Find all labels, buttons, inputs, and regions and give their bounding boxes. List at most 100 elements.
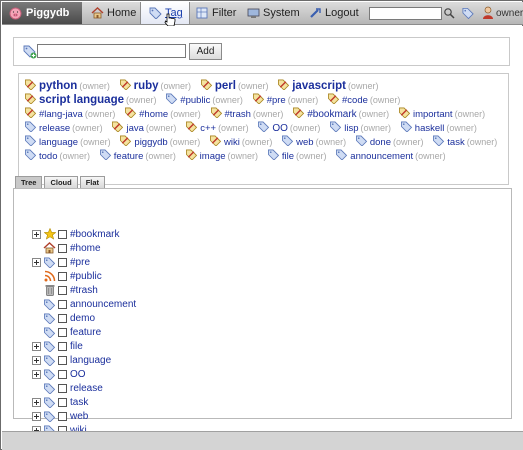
cloud-tag[interactable]: announcement (owner): [335, 149, 446, 163]
tree-tag-name[interactable]: #home: [70, 243, 101, 254]
cloud-tag-name[interactable]: lisp: [344, 123, 358, 134]
cloud-tag-name[interactable]: file: [282, 151, 294, 162]
tree-row[interactable]: demo: [32, 311, 95, 325]
cloud-tag[interactable]: image (owner): [185, 149, 258, 163]
tree-checkbox[interactable]: [58, 271, 67, 281]
cloud-tag[interactable]: web (owner): [281, 135, 346, 149]
cloud-tag[interactable]: #bookmark (owner): [292, 107, 389, 121]
tree-tag-name[interactable]: release: [70, 383, 103, 394]
cloud-tag-name[interactable]: #bookmark: [307, 109, 356, 120]
cloud-tag-name[interactable]: haskell: [415, 123, 445, 134]
cloud-tag[interactable]: language (owner): [24, 135, 111, 149]
cloud-tag-name[interactable]: done: [370, 137, 391, 148]
header-search-input[interactable]: [369, 7, 442, 20]
nav-home[interactable]: Home: [90, 2, 140, 24]
cloud-tag[interactable]: #pre (owner): [252, 93, 318, 107]
cloud-tag-name[interactable]: language: [39, 137, 78, 148]
tree-tag-name[interactable]: demo: [70, 313, 95, 324]
nav-filter[interactable]: Filter: [195, 2, 247, 24]
cloud-tag-name[interactable]: web: [296, 137, 313, 148]
cloud-tag[interactable]: task (owner): [432, 135, 497, 149]
tree-checkbox[interactable]: [58, 369, 67, 379]
expand-plus-icon[interactable]: [32, 355, 41, 365]
expand-plus-icon[interactable]: [32, 369, 41, 379]
tree-checkbox[interactable]: [58, 355, 67, 365]
cloud-tag-name[interactable]: java: [126, 123, 143, 134]
cloud-tag-name[interactable]: feature: [114, 151, 144, 162]
cloud-tag-name[interactable]: #public: [180, 95, 210, 106]
cloud-tag[interactable]: #trash (owner): [210, 107, 283, 121]
cloud-tag[interactable]: piggydb (owner): [119, 135, 200, 149]
cloud-tag[interactable]: script language (owner): [24, 93, 157, 107]
cloud-tag[interactable]: ruby (owner): [119, 79, 191, 93]
cloud-tag[interactable]: python (owner): [24, 79, 110, 93]
tree-row[interactable]: release: [32, 381, 103, 395]
cloud-tag[interactable]: wiki (owner): [209, 135, 272, 149]
cloud-tag[interactable]: #lang-java (owner): [24, 107, 115, 121]
cloud-tag-name[interactable]: #code: [342, 95, 368, 106]
expand-plus-icon[interactable]: [32, 397, 41, 407]
cloud-tag[interactable]: c++ (owner): [185, 121, 249, 135]
expand-plus-icon[interactable]: [32, 341, 41, 351]
tree-tag-name[interactable]: announcement: [70, 299, 136, 310]
tree-row[interactable]: #public: [32, 269, 102, 283]
cloud-tag[interactable]: feature (owner): [99, 149, 176, 163]
tree-checkbox[interactable]: [58, 229, 67, 239]
add-button[interactable]: Add: [189, 43, 222, 60]
tag-search-icon[interactable]: [462, 7, 474, 20]
cloud-tag-name[interactable]: announcement: [350, 151, 413, 162]
cloud-tag-name[interactable]: javascript: [292, 80, 346, 92]
cloud-tag[interactable]: release (owner): [24, 121, 103, 135]
tree-row[interactable]: feature: [32, 325, 101, 339]
cloud-tag[interactable]: perl (owner): [200, 79, 268, 93]
cloud-tag-name[interactable]: #home: [139, 109, 168, 120]
cloud-tag[interactable]: file (owner): [267, 149, 327, 163]
tree-tag-name[interactable]: #public: [70, 271, 102, 282]
tree-checkbox[interactable]: [58, 285, 67, 295]
tree-checkbox[interactable]: [58, 327, 67, 337]
cloud-tag[interactable]: #code (owner): [327, 93, 400, 107]
tree-tag-name[interactable]: feature: [70, 327, 101, 338]
cloud-tag[interactable]: #home (owner): [124, 107, 201, 121]
cloud-tag[interactable]: #public (owner): [165, 93, 243, 107]
tree-checkbox[interactable]: [58, 299, 67, 309]
cloud-tag[interactable]: todo (owner): [24, 149, 90, 163]
tree-row[interactable]: web: [32, 409, 88, 423]
cloud-tag-name[interactable]: release: [39, 123, 70, 134]
app-logo[interactable]: Piggydb: [2, 2, 82, 24]
cloud-tag-name[interactable]: c++: [200, 123, 216, 134]
cloud-tag-name[interactable]: #lang-java: [39, 109, 83, 120]
tree-row[interactable]: #bookmark: [32, 227, 119, 241]
cloud-tag-name[interactable]: perl: [215, 80, 236, 92]
cloud-tag[interactable]: OO (owner): [257, 121, 320, 135]
cloud-tag[interactable]: done (owner): [355, 135, 424, 149]
cloud-tag-name[interactable]: #trash: [225, 109, 251, 120]
tree-row[interactable]: #trash: [32, 283, 98, 297]
cloud-tag[interactable]: haskell (owner): [400, 121, 477, 135]
tree-checkbox[interactable]: [58, 313, 67, 323]
cloud-tag-name[interactable]: ruby: [134, 80, 159, 92]
nav-system[interactable]: System: [246, 2, 304, 24]
tab-flat[interactable]: Flat: [79, 176, 106, 188]
cloud-tag-name[interactable]: task: [447, 137, 464, 148]
tree-tag-name[interactable]: task: [70, 397, 88, 408]
tree-row[interactable]: announcement: [32, 297, 136, 311]
cloud-tag-name[interactable]: #pre: [267, 95, 286, 106]
cloud-tag-name[interactable]: piggydb: [134, 137, 167, 148]
cloud-tag-name[interactable]: python: [39, 80, 77, 92]
tree-checkbox[interactable]: [58, 411, 67, 421]
tree-tag-name[interactable]: web: [70, 411, 88, 422]
tree-row[interactable]: #pre: [32, 255, 90, 269]
tree-row[interactable]: #home: [32, 241, 101, 255]
tree-checkbox[interactable]: [58, 243, 67, 253]
tree-tag-name[interactable]: OO: [70, 369, 86, 380]
new-tag-input[interactable]: [37, 44, 186, 58]
tree-row[interactable]: OO: [32, 367, 86, 381]
tree-tag-name[interactable]: #trash: [70, 285, 98, 296]
cloud-tag-name[interactable]: script language: [39, 94, 124, 106]
cloud-tag[interactable]: important (owner): [398, 107, 485, 121]
tree-checkbox[interactable]: [58, 341, 67, 351]
cloud-tag-name[interactable]: important: [413, 109, 453, 120]
tree-row[interactable]: task: [32, 395, 88, 409]
tab-cloud[interactable]: Cloud: [44, 176, 78, 188]
